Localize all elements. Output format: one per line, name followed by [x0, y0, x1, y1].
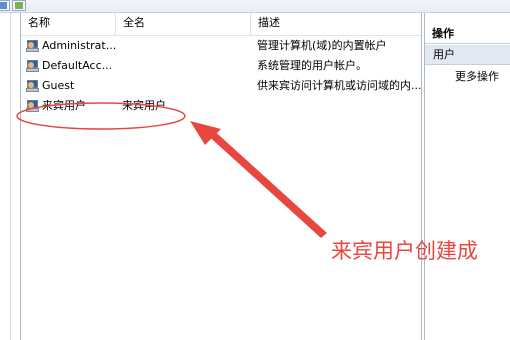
user-account-icon: [26, 59, 40, 73]
user-rows: Administrat... 管理计算机(域)的内置帐户 DefaultAcc.…: [21, 36, 422, 116]
actions-section-users[interactable]: 用户: [425, 45, 510, 65]
annotation-text: 来宾用户创建成: [331, 239, 478, 263]
user-name: DefaultAcc...: [42, 59, 113, 72]
user-name-cell: Administrat...: [26, 37, 116, 55]
toolbar-button[interactable]: [0, 0, 10, 11]
user-full-name: 来宾用户: [122, 99, 166, 112]
actions-header: 操作: [425, 24, 510, 44]
user-list-pane: 名称 全名 描述 Administrat... 管理计算机(域)的内置帐户 De…: [21, 13, 422, 340]
navigation-pane[interactable]: [0, 13, 21, 340]
toolbar: [0, 0, 510, 13]
user-name-cell: 来宾用户: [26, 97, 116, 115]
user-name: Administrat...: [42, 39, 116, 52]
user-description: 供来宾访问计算机或访问域的内...: [257, 79, 422, 92]
more-actions-link[interactable]: 更多操作: [455, 68, 499, 86]
user-name: 来宾用户: [42, 99, 86, 112]
actions-pane: 操作 用户 更多操作: [424, 13, 510, 340]
column-header-full-name[interactable]: 全名: [116, 13, 251, 35]
user-row[interactable]: 来宾用户 来宾用户: [21, 96, 421, 116]
user-account-icon: [26, 79, 40, 93]
user-description: 系统管理的用户帐户。: [257, 59, 367, 72]
column-header-description[interactable]: 描述: [251, 13, 421, 35]
column-headers: 名称 全名 描述: [21, 13, 421, 36]
user-row[interactable]: Administrat... 管理计算机(域)的内置帐户: [21, 36, 421, 56]
user-description: 管理计算机(域)的内置帐户: [257, 39, 387, 52]
panel-icon: [15, 2, 23, 9]
user-row[interactable]: DefaultAcc... 系统管理的用户帐户。: [21, 56, 421, 76]
toolbar-button-show-hide[interactable]: [12, 0, 26, 11]
user-name-cell: Guest: [26, 77, 116, 95]
column-header-name[interactable]: 名称: [21, 13, 116, 35]
user-name: Guest: [42, 79, 75, 92]
user-row[interactable]: Guest 供来宾访问计算机或访问域的内...: [21, 76, 422, 96]
user-account-icon: [26, 39, 40, 53]
user-account-icon: [26, 99, 40, 113]
view-icon: [0, 2, 7, 9]
user-name-cell: DefaultAcc...: [26, 57, 116, 75]
